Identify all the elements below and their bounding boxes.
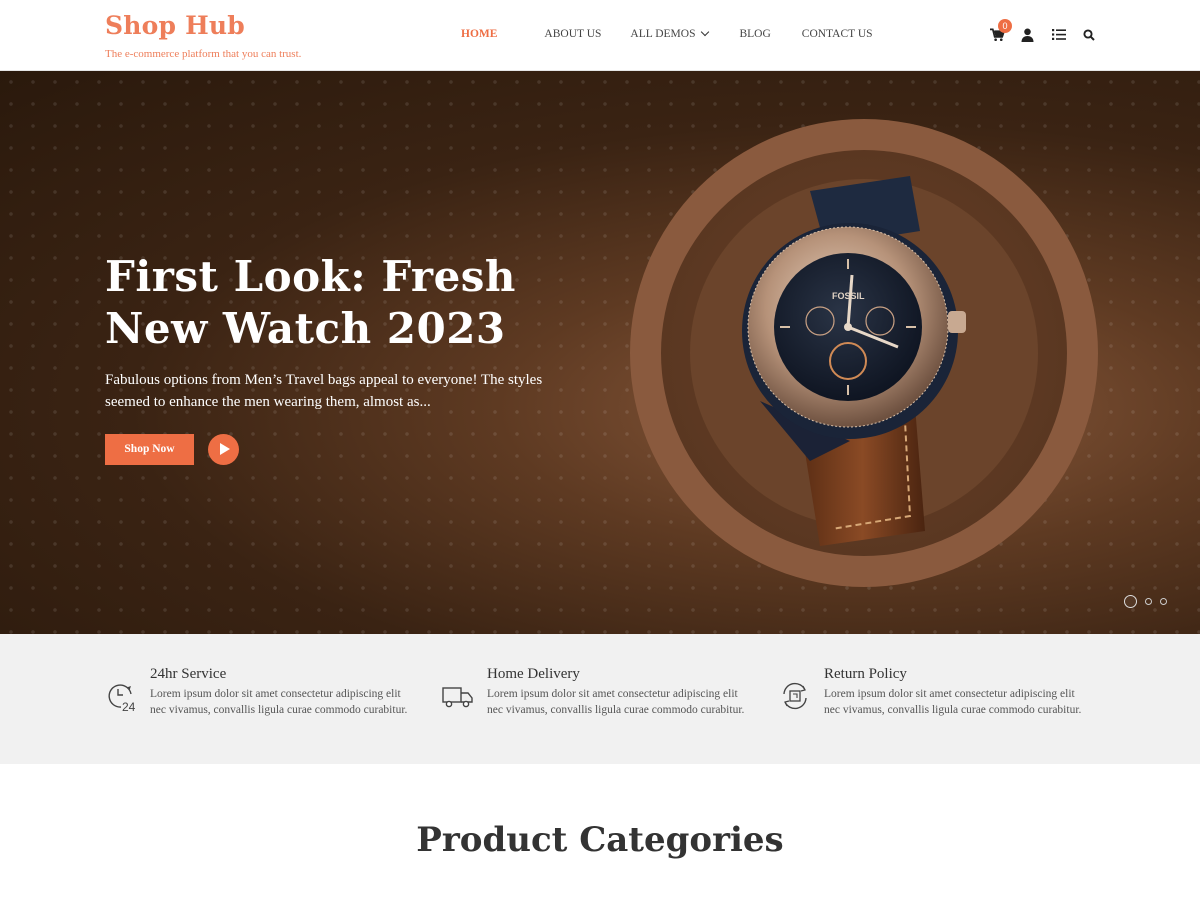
feature-title: Return Policy [824, 666, 907, 682]
watch-image: FOSSIL [742, 176, 966, 546]
slide-dot-1[interactable] [1124, 595, 1137, 608]
play-icon[interactable] [208, 434, 239, 465]
slide-dot-3[interactable] [1160, 598, 1167, 605]
slide-dot-2[interactable] [1145, 598, 1152, 605]
nav-item-about-us[interactable]: ABOUT US [544, 28, 601, 40]
hero-title: First Look: Fresh New Watch 2023 [105, 252, 516, 353]
site-tagline: The e-commerce platform that you can tru… [105, 48, 302, 60]
header-icons: 0 [990, 19, 1099, 44]
feature-title: Home Delivery [487, 666, 580, 682]
shop-now-button[interactable]: Shop Now [105, 434, 194, 465]
chevron-down-icon [701, 27, 710, 37]
features-bar: 24 24hr Service Lorem ipsum dolor sit am… [0, 634, 1200, 764]
feature-text: Lorem ipsum dolor sit amet consectetur a… [487, 688, 745, 716]
main-nav: HOME ABOUT US ALL DEMOS BLOG CONTACT US [461, 27, 873, 40]
hero-slider: FOSSIL First Look: Fresh New Watch 2023 … [0, 71, 1200, 634]
user-icon[interactable] [1021, 28, 1037, 44]
feature-text: Lorem ipsum dolor sit amet consectetur a… [824, 688, 1082, 716]
brand[interactable]: Shop Hub The e-commerce platform that yo… [105, 10, 301, 60]
search-icon[interactable] [1083, 28, 1099, 44]
clock-24-icon: 24 [108, 684, 136, 712]
nav-item-blog[interactable]: BLOG [739, 28, 770, 40]
nav-item-home[interactable]: HOME [461, 28, 497, 40]
nav-item-all-demos[interactable]: ALL DEMOS [630, 27, 710, 40]
hero-description: Fabulous options from Men’s Travel bags … [105, 372, 543, 410]
list-icon[interactable] [1052, 28, 1068, 44]
truck-icon [442, 687, 473, 708]
svg-text:24: 24 [122, 700, 136, 712]
site-header: Shop Hub The e-commerce platform that yo… [0, 0, 1200, 71]
site-title[interactable]: Shop Hub [105, 10, 301, 42]
cart-icon[interactable]: 0 [990, 19, 1012, 44]
feature-text: Lorem ipsum dolor sit amet consectetur a… [150, 688, 408, 716]
return-icon [783, 682, 807, 710]
slider-pagination [1124, 595, 1167, 608]
section-title: Product Categories [416, 820, 784, 860]
watch-brand-label: FOSSIL [832, 291, 865, 301]
cart-count-badge: 0 [998, 19, 1012, 33]
nav-item-contact-us[interactable]: CONTACT US [802, 28, 873, 40]
feature-title: 24hr Service [150, 666, 227, 682]
